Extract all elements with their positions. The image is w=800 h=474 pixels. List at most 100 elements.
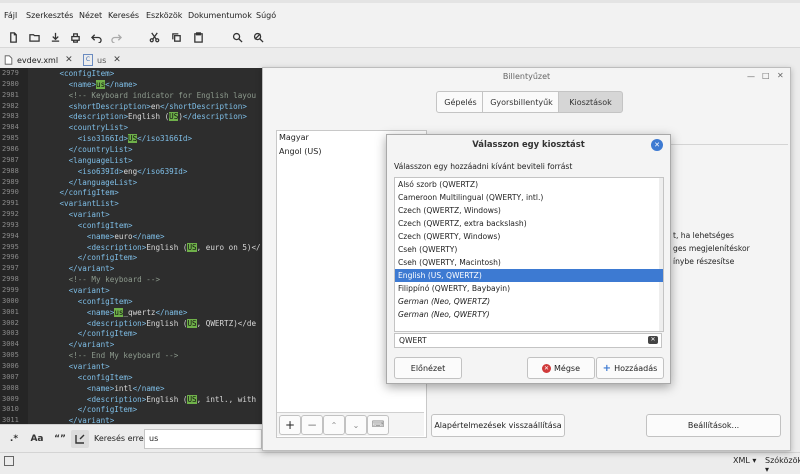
sidebar-toggle-icon[interactable] [4,456,14,466]
code-line: </languageList> [68,177,138,187]
code-line: <shortDescription>en</shortDescription> [68,101,247,111]
cut-icon[interactable] [146,29,162,45]
line-number: 2992 [2,210,19,219]
copy-icon[interactable] [168,29,184,45]
menu-tools[interactable]: Eszközök [146,11,182,20]
layout-option[interactable]: German (Neo, QWERTZ) [395,295,663,308]
menu-help[interactable]: Súgó [256,11,276,20]
layout-option[interactable]: Filippínó (QWERTY, Baybayin) [395,282,663,295]
regex-toggle[interactable]: .* [5,430,23,448]
close-icon[interactable]: ✕ [651,139,663,151]
open-icon[interactable] [26,29,42,45]
case-toggle[interactable]: Aa [28,430,46,448]
code-line: <configItem> [77,296,133,306]
move-up-button[interactable]: ⌃ [323,415,345,435]
cancel-icon: ✕ [542,363,551,373]
code-line: </countryList> [68,144,133,154]
layout-options-list[interactable]: Alsó szorb (QWERTZ) Cameroon Multilingual… [394,177,664,332]
code-line: <name>us_qwertz</name> [86,307,188,317]
layout-item-hungarian[interactable]: Magyar [279,133,309,142]
code-line: </variant> [68,264,115,274]
save-icon[interactable] [47,29,63,45]
line-number: 3008 [2,383,19,392]
tab-typing[interactable]: Gépelés [436,91,485,113]
minimize-icon[interactable]: — [747,72,755,81]
layout-option[interactable]: Czech (QWERTZ, extra backslash) [395,217,663,230]
menu-search[interactable]: Keresés [108,11,139,20]
code-line: <variant> [68,361,110,371]
add-button[interactable]: + Hozzáadás [596,357,664,379]
find-input[interactable]: us [144,429,262,449]
remove-layout-button[interactable]: − [301,415,323,435]
layout-option[interactable]: Cseh (QWERTY) [395,243,663,256]
layout-search-input[interactable]: QWERT ✕ [394,333,662,348]
layout-option[interactable]: Alsó szorb (QWERTZ) [395,178,663,191]
tab-us[interactable]: C us ✕ [83,52,133,68]
line-number: 2994 [2,231,19,240]
find-label: Keresés erre: [94,434,147,443]
choose-layout-dialog: Válasszon egy kiosztást ✕ Válasszon egy … [386,134,671,384]
line-number: 2993 [2,220,19,229]
settings-button[interactable]: Beállítások... [646,414,781,437]
print-icon[interactable] [67,29,83,45]
indent-selector[interactable]: Szóközök ▾ [765,456,800,474]
add-layout-button[interactable]: + [279,415,301,435]
syntax-selector[interactable]: XML ▾ [733,456,756,465]
layout-option[interactable]: Cseh (QWERTY, Macintosh) [395,256,663,269]
reset-defaults-button[interactable]: Alapértelmezések visszaállítása [431,414,565,437]
menu-documents[interactable]: Dokumentumok [188,11,252,20]
undo-icon[interactable] [88,29,104,45]
replace-icon[interactable] [250,29,266,45]
close-icon[interactable]: ✕ [777,71,784,80]
code-line: <name>euro</name> [86,231,165,241]
option-text-2: ges megjelenítéskor [673,244,750,253]
code-line: <configItem> [77,372,133,382]
menu-edit[interactable]: Szerkesztés [26,11,73,20]
line-number: 2990 [2,188,19,197]
close-icon[interactable]: ✕ [65,55,73,65]
redo-icon[interactable] [108,29,124,45]
close-icon[interactable]: ✕ [113,55,121,65]
code-line: <description>English (US)</description> [68,112,247,122]
code-line: <name>intl</name> [86,383,165,393]
code-line: <!-- End My keyboard --> [32,351,179,361]
layout-item-english-us[interactable]: Angol (US) [279,147,321,156]
line-number: 2981 [2,90,19,99]
option-text-3: ínybe részesítse [673,257,735,266]
line-number: 2995 [2,242,19,251]
code-editor[interactable]: 2979 <configItem> 2980 <name>us</name> 298… [0,68,262,424]
preview-button[interactable]: Előnézet [394,357,462,379]
line-number: 2996 [2,253,19,262]
menu-view[interactable]: Nézet [79,11,102,20]
line-number: 3007 [2,372,19,381]
line-number: 2991 [2,199,19,208]
wrap-toggle[interactable] [71,430,89,448]
tab-shortcuts[interactable]: Gyorsbillentyűk [482,91,561,113]
line-number: 2979 [2,69,19,77]
tab-layouts[interactable]: Kiosztások [558,91,623,113]
code-line: <countryList> [68,123,129,133]
code-line: </configItem> [59,188,119,198]
line-number: 3000 [2,296,19,305]
dialog-prompt: Válasszon egy hozzáadni kívánt beviteli … [394,162,573,171]
status-bar: XML ▾ Szóközök ▾ [0,452,800,474]
paste-icon[interactable] [190,29,206,45]
whole-word-toggle[interactable]: “” [51,430,69,448]
cancel-button[interactable]: ✕ Mégse [527,357,595,379]
plus-icon: + [602,362,612,374]
layout-option[interactable]: Cameroon Multilingual (QWERTY, intl.) [395,191,663,204]
layout-option[interactable]: German (Neo, QWERTY) [395,308,663,321]
new-file-icon[interactable] [5,29,21,45]
maximize-icon[interactable]: □ [762,71,770,80]
layout-option[interactable]: English (US, QWERTZ) [395,269,663,282]
search-icon[interactable] [229,29,245,45]
menubar: Fájl Szerkesztés Nézet Keresés Eszközök … [0,0,800,26]
line-number: 3001 [2,307,19,316]
move-down-button[interactable]: ⌄ [345,415,367,435]
layout-option[interactable]: Czech (QWERTZ, Windows) [395,204,663,217]
layout-option[interactable]: Czech (QWERTY, Windows) [395,230,663,243]
menu-file[interactable]: Fájl [4,11,17,20]
clear-icon[interactable]: ✕ [648,336,658,344]
c-file-icon: C [83,54,93,66]
keyboard-preview-icon[interactable]: ⌨ [367,415,389,435]
